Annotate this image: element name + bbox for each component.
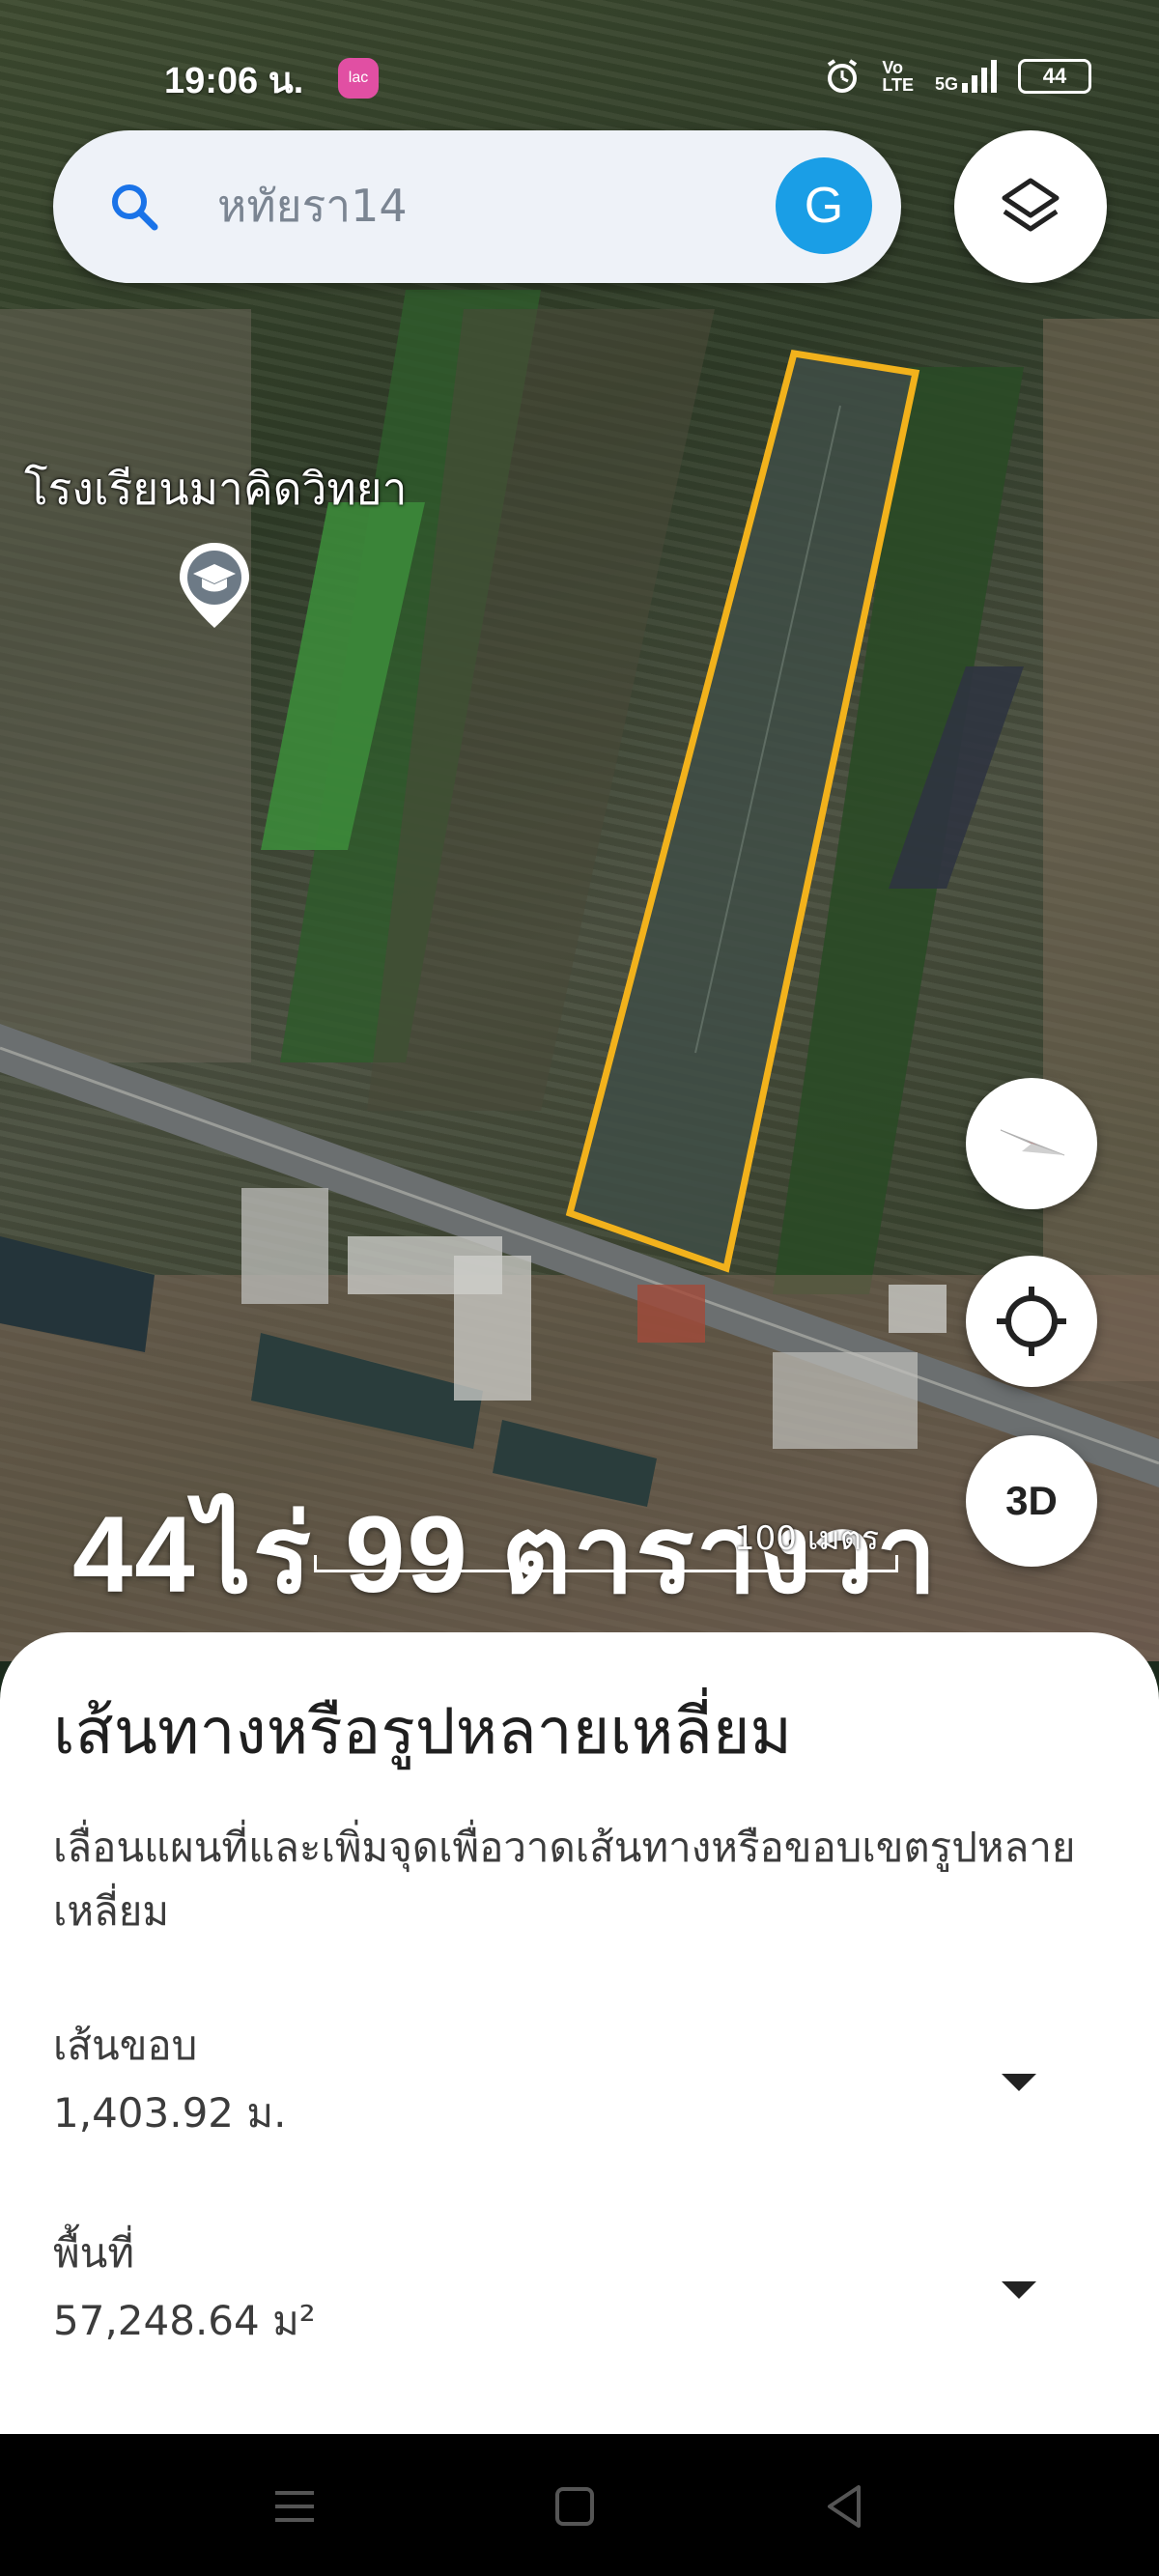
chevron-down-icon[interactable]: [980, 2052, 1058, 2110]
perimeter-value: 1,403.92 ม.: [53, 2089, 287, 2137]
signal-icon: 5G: [935, 60, 997, 93]
scale-bar: [314, 1555, 898, 1572]
volte-icon: Vo LTE: [882, 58, 914, 95]
perimeter-label: เส้นขอบ: [53, 2022, 198, 2069]
notification-app-icon: lac: [338, 58, 379, 99]
status-icons: Vo LTE 5G 44: [824, 58, 1091, 95]
layers-button[interactable]: [954, 130, 1107, 283]
search-icon[interactable]: [106, 179, 164, 237]
sheet-description: เลื่อนแผนที่และเพิ่มจุดเพื่อวาดเส้นทางหร…: [53, 1824, 1076, 1935]
battery-icon: 44: [1018, 59, 1091, 94]
back-icon[interactable]: [816, 2477, 874, 2535]
sheet-title: เส้นทางหรือรูปหลายเหลี่ยม: [53, 1694, 793, 1769]
my-location-button[interactable]: [966, 1256, 1097, 1387]
search-bar[interactable]: หทัยรา14 G: [53, 130, 901, 283]
poi-label[interactable]: โรงเรียนมาคิดวิทยา: [24, 454, 407, 524]
alarm-icon: [828, 59, 858, 93]
chevron-down-icon[interactable]: [980, 2260, 1058, 2318]
area-value: 57,248.64 ม²: [53, 2297, 316, 2344]
school-pin-icon[interactable]: [176, 541, 253, 630]
3d-button[interactable]: 3D: [966, 1435, 1097, 1567]
home-icon[interactable]: [546, 2477, 604, 2535]
menu-icon[interactable]: [266, 2477, 324, 2535]
status-time: 19:06 น.: [164, 61, 304, 101]
compass-button[interactable]: [966, 1078, 1097, 1209]
area-label: พื้นที่: [53, 2229, 135, 2277]
account-avatar[interactable]: G: [776, 157, 872, 254]
crosshair-icon: [997, 1287, 1066, 1356]
search-input[interactable]: หทัยรา14: [217, 167, 408, 244]
system-navigation-bar: [0, 2434, 1159, 2576]
measure-bottom-sheet: เส้นทางหรือรูปหลายเหลี่ยม เลื่อนแผนที่แล…: [0, 1632, 1159, 2434]
area-row[interactable]: พื้นที่ 57,248.64 ม²: [53, 2222, 1106, 2366]
layers-icon: [1002, 178, 1060, 232]
perimeter-row[interactable]: เส้นขอบ 1,403.92 ม.: [53, 2014, 1106, 2159]
compass-icon: [1000, 1129, 1065, 1156]
